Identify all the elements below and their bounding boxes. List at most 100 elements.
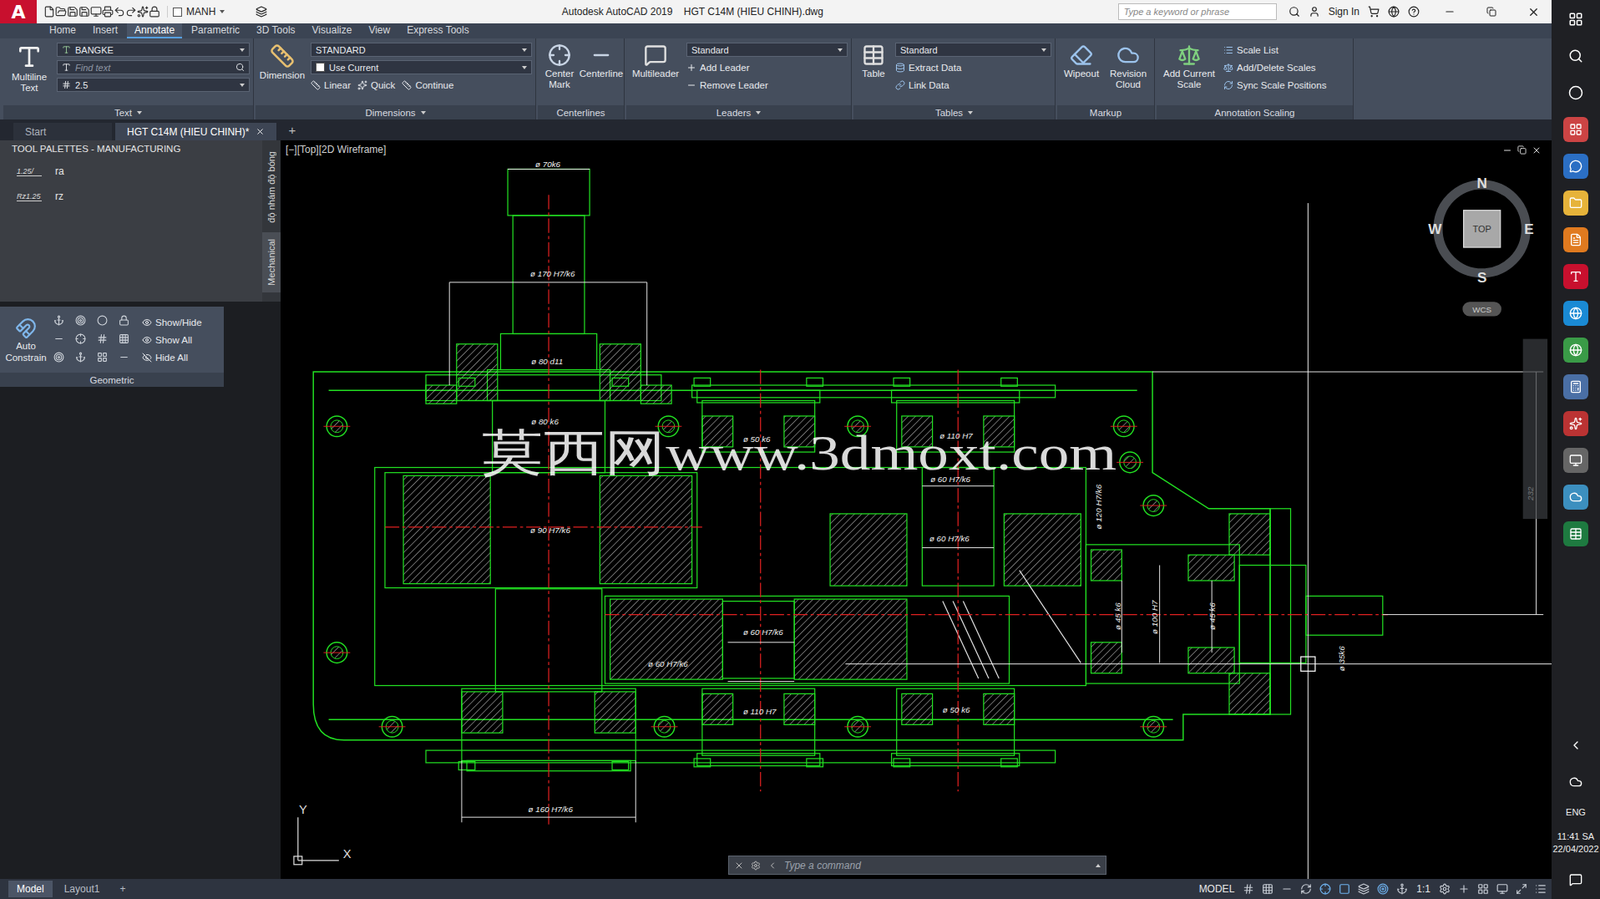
dimension-tool-button[interactable]: Continue [401, 77, 454, 92]
app-button[interactable] [1563, 337, 1589, 363]
grid-icon[interactable] [1242, 882, 1255, 895]
viewport-controls[interactable]: [−][Top][2D Wireframe] [285, 143, 386, 156]
constraint-visibility-button[interactable]: Show/Hide [141, 315, 219, 330]
scale-icon[interactable] [1177, 43, 1201, 67]
close-icon[interactable] [1527, 5, 1540, 19]
ribbon-tab[interactable]: Express Tools [399, 23, 476, 39]
leader-style-dropdown[interactable]: Standard [686, 42, 848, 57]
markup-button[interactable]: Wipeout [1060, 41, 1103, 106]
centerline-icon[interactable] [547, 43, 572, 67]
constraint-icon[interactable] [75, 333, 87, 345]
new-layout-button[interactable]: + [111, 880, 134, 897]
space-toggle[interactable]: MODEL [1194, 882, 1241, 895]
app-button[interactable] [1563, 153, 1589, 179]
file-tab[interactable]: Start [13, 122, 112, 141]
app-button[interactable] [1563, 521, 1589, 547]
leader-tool-button[interactable]: Remove Leader [686, 77, 848, 92]
clean-screen-icon[interactable] [1515, 882, 1528, 895]
quick-access[interactable] [41, 5, 163, 18]
scale-tool-button[interactable]: Sync Scale Positions [1223, 77, 1350, 92]
drawing-viewport[interactable]: ø 70k6ø 170 H7/k6ø 80 d11ø 80 k6ø 50 k6ø… [280, 140, 1552, 879]
lock-icon[interactable] [148, 5, 161, 18]
autocad-icon[interactable] [1569, 269, 1583, 284]
autoscale-icon[interactable] [1396, 882, 1408, 895]
document-icon[interactable] [1569, 232, 1583, 247]
table-style-dropdown[interactable]: Standard [895, 42, 1052, 57]
snap-icon[interactable] [1261, 882, 1274, 895]
leader-tool-icon[interactable] [686, 62, 697, 73]
object-snap-icon[interactable] [1338, 882, 1351, 895]
explorer-icon[interactable] [1569, 196, 1583, 210]
dimension-tool-button[interactable]: Quick [357, 77, 395, 92]
layer-icon[interactable] [255, 5, 268, 18]
minimize-icon[interactable] [1443, 5, 1456, 18]
table-icon[interactable] [861, 43, 886, 67]
scale-tool-icon[interactable] [1223, 80, 1234, 91]
multiline-text-button[interactable]: Multiline Text [6, 41, 52, 106]
annotation-monitor-icon[interactable] [1458, 882, 1470, 895]
constraint-icon[interactable] [53, 351, 65, 363]
excel-icon[interactable] [1569, 526, 1583, 541]
scale-tool-button[interactable]: Add/Delete Scales [1223, 60, 1350, 75]
app-button[interactable] [1563, 374, 1589, 400]
app-button[interactable] [1563, 410, 1589, 436]
annotation-scale[interactable]: 1:1 [1411, 882, 1436, 895]
app-button[interactable] [1563, 190, 1589, 216]
app-button[interactable] [1563, 300, 1589, 326]
tray-expand[interactable] [1563, 732, 1589, 758]
app-button[interactable] [1563, 484, 1589, 510]
cloud-icon[interactable] [1569, 490, 1583, 504]
constraint-icon[interactable] [118, 351, 130, 363]
undo-icon[interactable] [113, 5, 126, 18]
cart-icon[interactable] [1367, 5, 1380, 18]
workspace-icon[interactable] [1438, 882, 1451, 895]
dimension-button[interactable]: Dimension [258, 41, 306, 106]
device-icon[interactable] [1569, 453, 1583, 467]
ribbon-tab[interactable]: Insert [85, 23, 126, 39]
plot-icon[interactable] [101, 5, 114, 18]
language-indicator[interactable]: ENG [1565, 805, 1586, 819]
sign-in[interactable]: Sign In [1328, 5, 1360, 18]
visibility-icon[interactable] [141, 352, 152, 363]
text-height-dropdown[interactable]: 2.5 [56, 77, 250, 92]
text-style-dropdown[interactable]: BANGKE [56, 42, 250, 57]
app-button[interactable] [1563, 227, 1589, 253]
app-button[interactable] [1563, 116, 1589, 142]
close-tab-icon[interactable] [255, 126, 265, 137]
command-close-icon[interactable] [734, 860, 745, 871]
close-button[interactable] [1514, 0, 1552, 24]
leader-tool-icon[interactable] [686, 80, 697, 91]
panel-label[interactable]: Centerlines [537, 105, 624, 120]
app-button[interactable] [1563, 263, 1589, 289]
open-icon[interactable] [55, 5, 67, 18]
palette-item[interactable]: Rz1.25rz [0, 182, 263, 208]
scale-tool-icon[interactable] [1223, 45, 1234, 56]
start-button[interactable] [1563, 6, 1589, 32]
markup-icon[interactable] [1116, 43, 1140, 67]
layout-tab[interactable]: Model [8, 880, 53, 897]
windows-icon[interactable] [1568, 11, 1584, 27]
clock[interactable]: 11:41 SA22/04/2022 [1552, 830, 1599, 856]
centerline-icon[interactable] [589, 43, 613, 67]
task-view-icon[interactable] [1568, 85, 1584, 101]
constraint-icon[interactable] [96, 351, 108, 363]
search-icon[interactable] [235, 62, 245, 72]
scale-tool-button[interactable]: Scale List [1223, 42, 1350, 57]
panel-label[interactable]: Markup [1057, 105, 1155, 120]
app-logo[interactable]: A [0, 0, 37, 24]
scale-tool-icon[interactable] [1223, 62, 1234, 73]
style-icon[interactable] [61, 45, 71, 55]
edge-icon[interactable] [1569, 306, 1583, 320]
find-icon[interactable] [61, 62, 71, 72]
viewport-close-icon[interactable] [1531, 145, 1542, 156]
table-button[interactable]: Table [856, 41, 891, 106]
palette-tab[interactable]: Mechanical [262, 232, 281, 293]
panel-label[interactable]: Tables [853, 105, 1055, 120]
dim-tool-icon[interactable] [401, 80, 412, 91]
navigation-bar[interactable] [1523, 339, 1548, 519]
ribbon-tab[interactable]: Annotate [126, 23, 183, 39]
notification-icon[interactable] [1569, 872, 1583, 887]
constraint-icon[interactable] [75, 314, 87, 326]
panel-label[interactable]: Dimensions [255, 105, 536, 120]
panel-label[interactable]: Text [3, 105, 254, 120]
